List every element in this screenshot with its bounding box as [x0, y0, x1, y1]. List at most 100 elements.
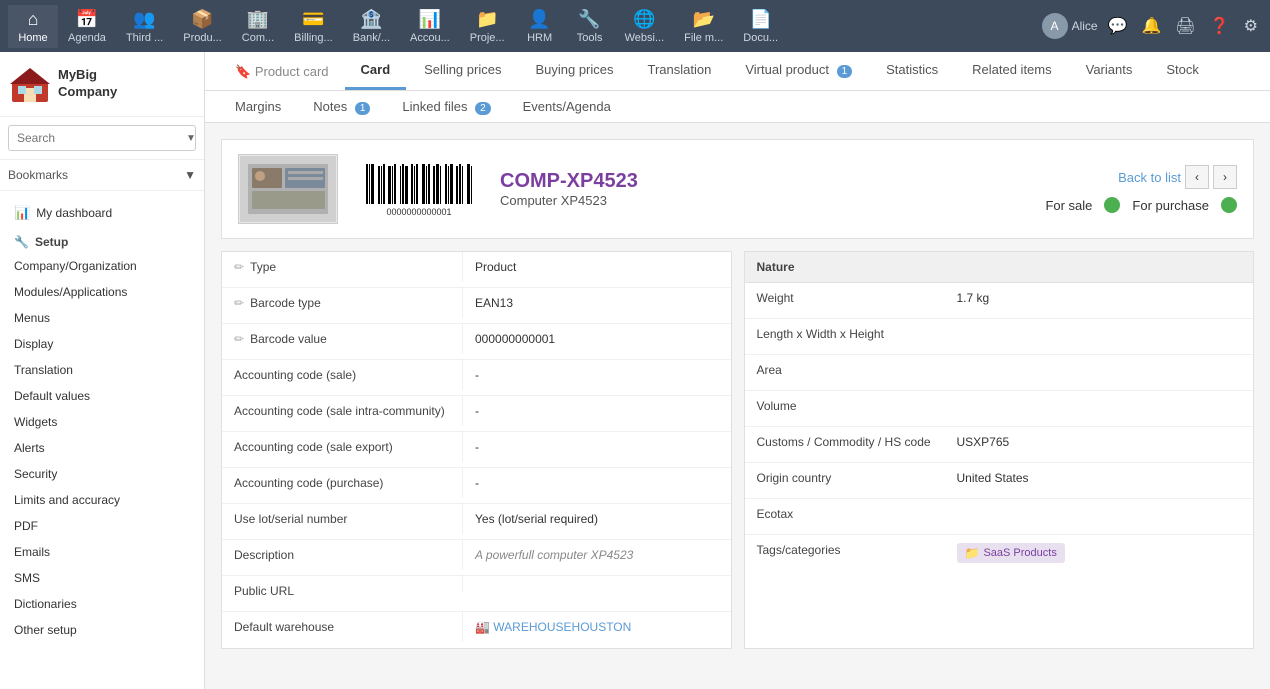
company-logo[interactable]: MyBig Company — [0, 52, 204, 117]
acct-purchase-value: - — [462, 468, 731, 498]
for-sale-indicator — [1104, 197, 1120, 213]
sub-tab-events-agenda[interactable]: Events/Agenda — [509, 91, 625, 122]
left-detail-panel: ✏ Type Product ✏ Barcode type EAN13 — [221, 251, 732, 649]
tab-selling-prices[interactable]: Selling prices — [408, 52, 517, 90]
search-dropdown-button[interactable]: ▼ — [180, 129, 202, 148]
nav-third[interactable]: 👥 Third ... — [116, 5, 173, 48]
sidebar-item-menus[interactable]: Menus — [0, 305, 204, 331]
search-box[interactable]: ▼ — [8, 125, 196, 151]
sidebar-item-other-setup[interactable]: Other setup — [0, 617, 204, 643]
sale-purchase-status: For sale For purchase — [1045, 197, 1237, 213]
chat-icon[interactable]: 💬 — [1104, 12, 1132, 40]
weight-label: Weight — [745, 283, 945, 313]
customs-label: Customs / Commodity / HS code — [745, 427, 945, 457]
search-input[interactable] — [9, 126, 180, 150]
sidebar-item-dictionaries[interactable]: Dictionaries — [0, 591, 204, 617]
sidebar-item-company[interactable]: Company/Organization — [0, 253, 204, 279]
setup-section-header: 🔧 Setup — [0, 227, 204, 253]
nav-bank[interactable]: 🏦 Bank/... — [343, 5, 400, 48]
sidebar-item-widgets[interactable]: Widgets — [0, 409, 204, 435]
nav-hrm[interactable]: 👤 HRM — [515, 5, 565, 48]
sidebar-item-alerts[interactable]: Alerts — [0, 435, 204, 461]
type-label: ✏ Type — [222, 252, 462, 282]
content-area: 🔖 Product card Card Selling prices Buyin… — [205, 52, 1270, 689]
edit-icon-3[interactable]: ✏ — [234, 332, 244, 346]
detail-row-acct-intra: Accounting code (sale intra-community) - — [222, 396, 731, 432]
tab-stock[interactable]: Stock — [1150, 52, 1215, 90]
nav-billing[interactable]: 💳 Billing... — [284, 5, 343, 48]
wrench-icon: 🔧 — [14, 235, 29, 249]
warehouse-value[interactable]: 🏭 WAREHOUSEHOUSTON — [462, 612, 731, 642]
bookmarks-header[interactable]: Bookmarks ▼ — [8, 168, 196, 182]
description-label: Description — [222, 540, 462, 570]
nav-products[interactable]: 📦 Produ... — [173, 5, 232, 48]
edit-icon[interactable]: ✏ — [234, 260, 244, 274]
commercial-icon: 🏢 — [247, 9, 269, 30]
tab-virtual-product[interactable]: Virtual product 1 — [729, 52, 868, 90]
detail-row-acct-purchase: Accounting code (purchase) - — [222, 468, 731, 504]
tab-variants[interactable]: Variants — [1070, 52, 1149, 90]
sidebar-item-translation[interactable]: Translation — [0, 357, 204, 383]
warehouse-icon: 🏭 — [475, 620, 490, 634]
folder-icon: 📁 — [965, 546, 980, 560]
product-header: 0000000000001 COMP-XP4523 Computer XP452… — [221, 139, 1254, 239]
notification-icon[interactable]: 🔔 — [1138, 12, 1166, 40]
nav-right-icons: A Alice 💬 🔔 🖨 ❓ ⚙ — [1042, 12, 1262, 40]
virtual-product-badge: 1 — [837, 65, 853, 78]
sidebar-item-limits[interactable]: Limits and accuracy — [0, 487, 204, 513]
sidebar-item-dashboard[interactable]: 📊 My dashboard — [0, 199, 204, 227]
tab-buying-prices[interactable]: Buying prices — [519, 52, 629, 90]
settings-icon[interactable]: ⚙ — [1240, 12, 1262, 40]
tab-translation[interactable]: Translation — [632, 52, 728, 90]
nav-home[interactable]: ⌂ Home — [8, 5, 58, 48]
sub-tab-margins[interactable]: Margins — [221, 91, 295, 122]
detail-row-public-url: Public URL — [222, 576, 731, 612]
nav-documents[interactable]: 📄 Docu... — [733, 5, 788, 48]
nav-filemanager[interactable]: 📂 File m... — [674, 5, 733, 48]
tab-card[interactable]: Card — [345, 52, 407, 90]
search-section: ▼ — [0, 117, 204, 160]
area-value — [945, 355, 1254, 371]
sidebar-item-emails[interactable]: Emails — [0, 539, 204, 565]
sidebar-item-sms[interactable]: SMS — [0, 565, 204, 591]
sub-tab-notes[interactable]: Notes 1 — [299, 91, 384, 122]
bookmarks-chevron-icon: ▼ — [184, 168, 196, 182]
documents-icon: 📄 — [749, 9, 771, 30]
user-menu[interactable]: A Alice — [1042, 13, 1098, 39]
back-to-list-link[interactable]: Back to list — [1118, 170, 1181, 185]
product-barcode: 0000000000001 — [354, 159, 484, 219]
sidebar-item-pdf[interactable]: PDF — [0, 513, 204, 539]
acct-sale-label: Accounting code (sale) — [222, 360, 462, 390]
print-icon[interactable]: 🖨 — [1171, 12, 1199, 40]
nav-commercial[interactable]: 🏢 Com... — [232, 5, 284, 48]
navigation-arrows: Back to list ‹ › — [1118, 165, 1237, 189]
nav-agenda[interactable]: 📅 Agenda — [58, 5, 116, 48]
bookmarks-section[interactable]: Bookmarks ▼ — [0, 160, 204, 191]
acct-sale-value: - — [462, 360, 731, 390]
details-grid: ✏ Type Product ✏ Barcode type EAN13 — [221, 251, 1254, 649]
sidebar-item-display[interactable]: Display — [0, 331, 204, 357]
volume-label: Volume — [745, 391, 945, 421]
origin-country-label: Origin country — [745, 463, 945, 493]
next-button[interactable]: › — [1213, 165, 1237, 189]
nav-tools[interactable]: 🔧 Tools — [565, 5, 615, 48]
sub-tab-linked-files[interactable]: Linked files 2 — [388, 91, 504, 122]
tab-product-card-breadcrumb[interactable]: 🔖 Product card — [221, 54, 343, 90]
product-image — [238, 154, 338, 224]
nav-projects[interactable]: 📁 Proje... — [460, 5, 515, 48]
edit-icon-2[interactable]: ✏ — [234, 296, 244, 310]
nav-websites[interactable]: 🌐 Websi... — [615, 5, 675, 48]
tab-bar: 🔖 Product card Card Selling prices Buyin… — [205, 52, 1270, 91]
dimensions-value — [945, 319, 1254, 335]
sidebar-item-security[interactable]: Security — [0, 461, 204, 487]
sidebar-item-default-values[interactable]: Default values — [0, 383, 204, 409]
help-icon[interactable]: ❓ — [1206, 12, 1234, 40]
tags-value: 📁 SaaS Products — [945, 535, 1254, 571]
tag-badge[interactable]: 📁 SaaS Products — [957, 543, 1065, 563]
tab-related-items[interactable]: Related items — [956, 52, 1067, 90]
nav-accounting[interactable]: 📊 Accou... — [400, 5, 460, 48]
products-icon: 📦 — [191, 9, 213, 30]
previous-button[interactable]: ‹ — [1185, 165, 1209, 189]
tab-statistics[interactable]: Statistics — [870, 52, 954, 90]
sidebar-item-modules[interactable]: Modules/Applications — [0, 279, 204, 305]
